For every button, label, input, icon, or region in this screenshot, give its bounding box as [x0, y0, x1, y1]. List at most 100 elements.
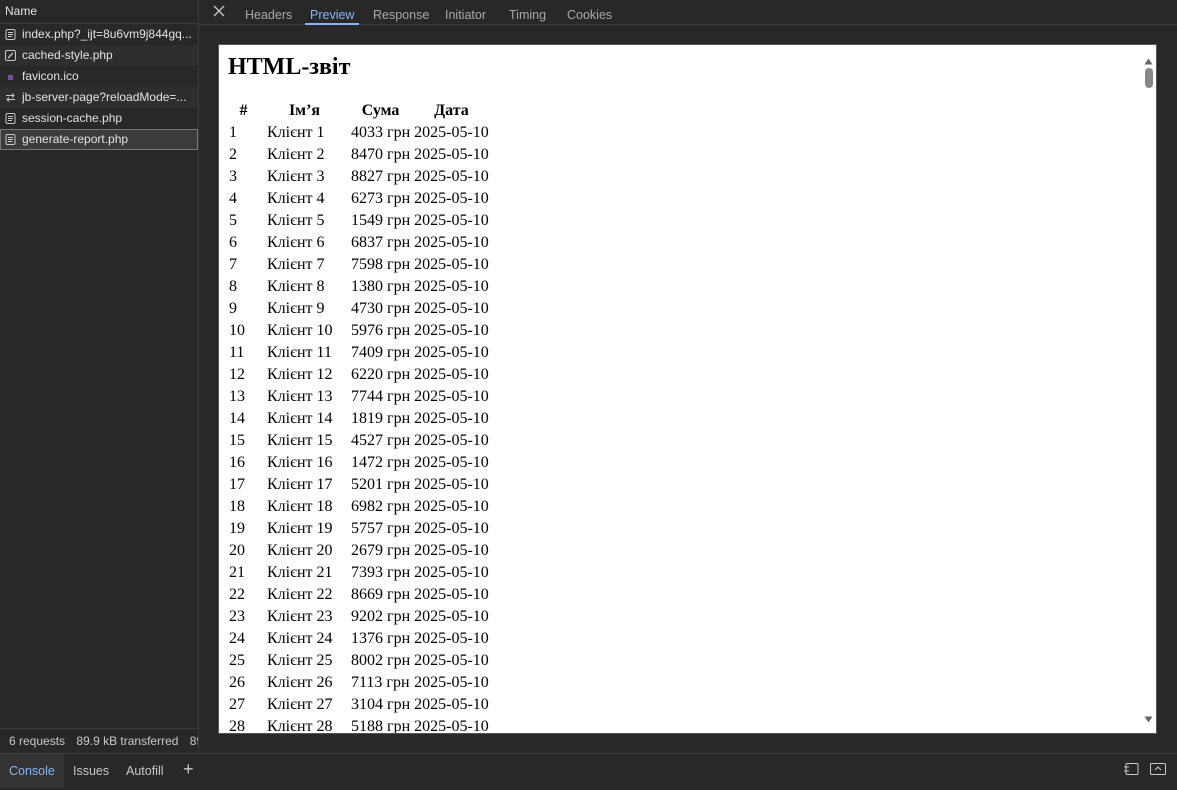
table-row: 17 Клієнт 17 5201 грн 2025-05-10 — [228, 475, 490, 495]
table-row: 6 Клієнт 6 6837 грн 2025-05-10 — [228, 233, 490, 253]
table-row: 25 Клієнт 25 8002 грн 2025-05-10 — [228, 651, 490, 671]
table-header-row: # Ім’я Сума Дата — [228, 101, 490, 121]
table-row: 1 Клієнт 1 4033 грн 2025-05-10 — [228, 123, 490, 143]
tab-preview[interactable]: Preview — [304, 0, 360, 25]
amount: 4527 грн — [351, 432, 411, 449]
table-row: 26 Клієнт 26 7113 грн 2025-05-10 — [228, 673, 490, 693]
close-icon[interactable] — [212, 4, 226, 18]
request-row-jb-server-page[interactable]: jb-server-page?reloadMode=... — [0, 87, 198, 108]
client-name: Клієнт 9 — [267, 300, 325, 317]
table-row: 14 Клієнт 14 1819 грн 2025-05-10 — [228, 409, 490, 429]
table-row: 4 Клієнт 4 6273 грн 2025-05-10 — [228, 189, 490, 209]
row-number: 22 — [229, 586, 245, 603]
date: 2025-05-10 — [414, 696, 489, 713]
dock-bottom-icon[interactable] — [1150, 762, 1166, 781]
row-number: 11 — [229, 344, 245, 361]
request-name: session-cache.php — [22, 111, 123, 125]
amount: 8470 грн — [351, 146, 411, 163]
dock-side-icon[interactable] — [1123, 762, 1139, 781]
client-name: Клієнт 20 — [267, 542, 333, 559]
name-column-header[interactable]: Name — [0, 0, 198, 24]
date: 2025-05-10 — [414, 542, 489, 559]
date: 2025-05-10 — [414, 608, 489, 625]
amount: 7744 грн — [351, 388, 411, 405]
client-name: Клієнт 15 — [267, 432, 333, 449]
table-row: 18 Клієнт 18 6982 грн 2025-05-10 — [228, 497, 490, 517]
scrollbar-thumb[interactable] — [1145, 68, 1153, 88]
tab-initiator[interactable]: Initiator — [445, 0, 486, 25]
amount: 7113 грн — [351, 674, 410, 691]
preview-frame[interactable]: HTML-звіт # Ім’я Сума Дата 1 Клієнт 1 4033… — [218, 44, 1157, 734]
client-name: Клієнт 21 — [267, 564, 333, 581]
date: 2025-05-10 — [414, 388, 489, 405]
request-row-session-cache[interactable]: session-cache.php — [0, 108, 198, 129]
amount: 1819 грн — [351, 410, 411, 427]
tab-issues[interactable]: Issues — [73, 754, 109, 788]
client-name: Клієнт 27 — [267, 696, 333, 713]
row-number: 27 — [229, 696, 245, 713]
client-name: Клієнт 4 — [267, 190, 325, 207]
tab-autofill[interactable]: Autofill — [126, 754, 164, 788]
request-row-index[interactable]: index.php?_ijt=8u6vm9j844gq... — [0, 24, 198, 45]
row-number: 23 — [229, 608, 245, 625]
client-name: Клієнт 17 — [267, 476, 333, 493]
date: 2025-05-10 — [414, 630, 489, 647]
request-list-panel: Name index.php?_ijt=8u6vm9j844gq... cach… — [0, 0, 199, 752]
date: 2025-05-10 — [414, 564, 489, 581]
client-name: Клієнт 13 — [267, 388, 333, 405]
row-number: 24 — [229, 630, 245, 647]
row-number: 4 — [229, 190, 237, 207]
row-number: 25 — [229, 652, 245, 669]
date: 2025-05-10 — [414, 652, 489, 669]
row-number: 3 — [229, 168, 237, 185]
table-row: 27 Клієнт 27 3104 грн 2025-05-10 — [228, 695, 490, 715]
report-title: HTML-звіт — [228, 54, 351, 80]
amount: 1472 грн — [351, 454, 411, 471]
drawer-tabbar: Console Issues Autofill + — [0, 753, 1177, 790]
add-tab-plus-icon[interactable]: + — [183, 760, 194, 778]
table-row: 15 Клієнт 15 4527 грн 2025-05-10 — [228, 431, 490, 451]
row-number: 6 — [229, 234, 237, 251]
tab-response[interactable]: Response — [373, 0, 429, 25]
table-row: 16 Клієнт 16 1472 грн 2025-05-10 — [228, 453, 490, 473]
row-number: 20 — [229, 542, 245, 559]
scroll-down-arrow-icon[interactable] — [1144, 710, 1153, 728]
amount: 9202 грн — [351, 608, 411, 625]
row-number: 26 — [229, 674, 245, 691]
row-number: 16 — [229, 454, 245, 471]
vertical-scrollbar[interactable] — [1141, 45, 1156, 733]
row-number: 10 — [229, 322, 245, 339]
tab-console[interactable]: Console — [0, 754, 64, 788]
amount: 3104 грн — [351, 696, 411, 713]
date: 2025-05-10 — [414, 476, 489, 493]
client-name: Клієнт 28 — [267, 718, 333, 734]
tab-timing[interactable]: Timing — [509, 0, 546, 25]
row-number: 14 — [229, 410, 245, 427]
resources-size: 89. — [189, 734, 198, 748]
table-row: 23 Клієнт 23 9202 грн 2025-05-10 — [228, 607, 490, 627]
request-name: generate-report.php — [22, 132, 129, 146]
request-row-favicon[interactable]: favicon.ico — [0, 66, 198, 87]
amount: 7409 грн — [351, 344, 411, 361]
document-icon — [5, 29, 16, 40]
date: 2025-05-10 — [414, 322, 489, 339]
client-name: Клієнт 6 — [267, 234, 325, 251]
date: 2025-05-10 — [414, 146, 489, 163]
row-number: 15 — [229, 432, 245, 449]
table-row: 3 Клієнт 3 8827 грн 2025-05-10 — [228, 167, 490, 187]
tab-cookies[interactable]: Cookies — [567, 0, 612, 25]
date: 2025-05-10 — [414, 410, 489, 427]
request-row-cached-style[interactable]: cached-style.php — [0, 45, 198, 66]
row-number: 13 — [229, 388, 245, 405]
detail-tabbar: Headers Preview Response Initiator Timin… — [199, 0, 1177, 25]
table-row: 11 Клієнт 11 7409 грн 2025-05-10 — [228, 343, 490, 363]
tab-headers[interactable]: Headers — [245, 0, 292, 25]
amount: 8827 грн — [351, 168, 411, 185]
client-name: Клієнт 18 — [267, 498, 333, 515]
amount: 5976 грн — [351, 322, 411, 339]
date: 2025-05-10 — [414, 366, 489, 383]
date: 2025-05-10 — [414, 190, 489, 207]
request-row-generate-report[interactable]: generate-report.php — [0, 129, 198, 150]
amount: 8002 грн — [351, 652, 411, 669]
row-number: 28 — [229, 718, 245, 734]
